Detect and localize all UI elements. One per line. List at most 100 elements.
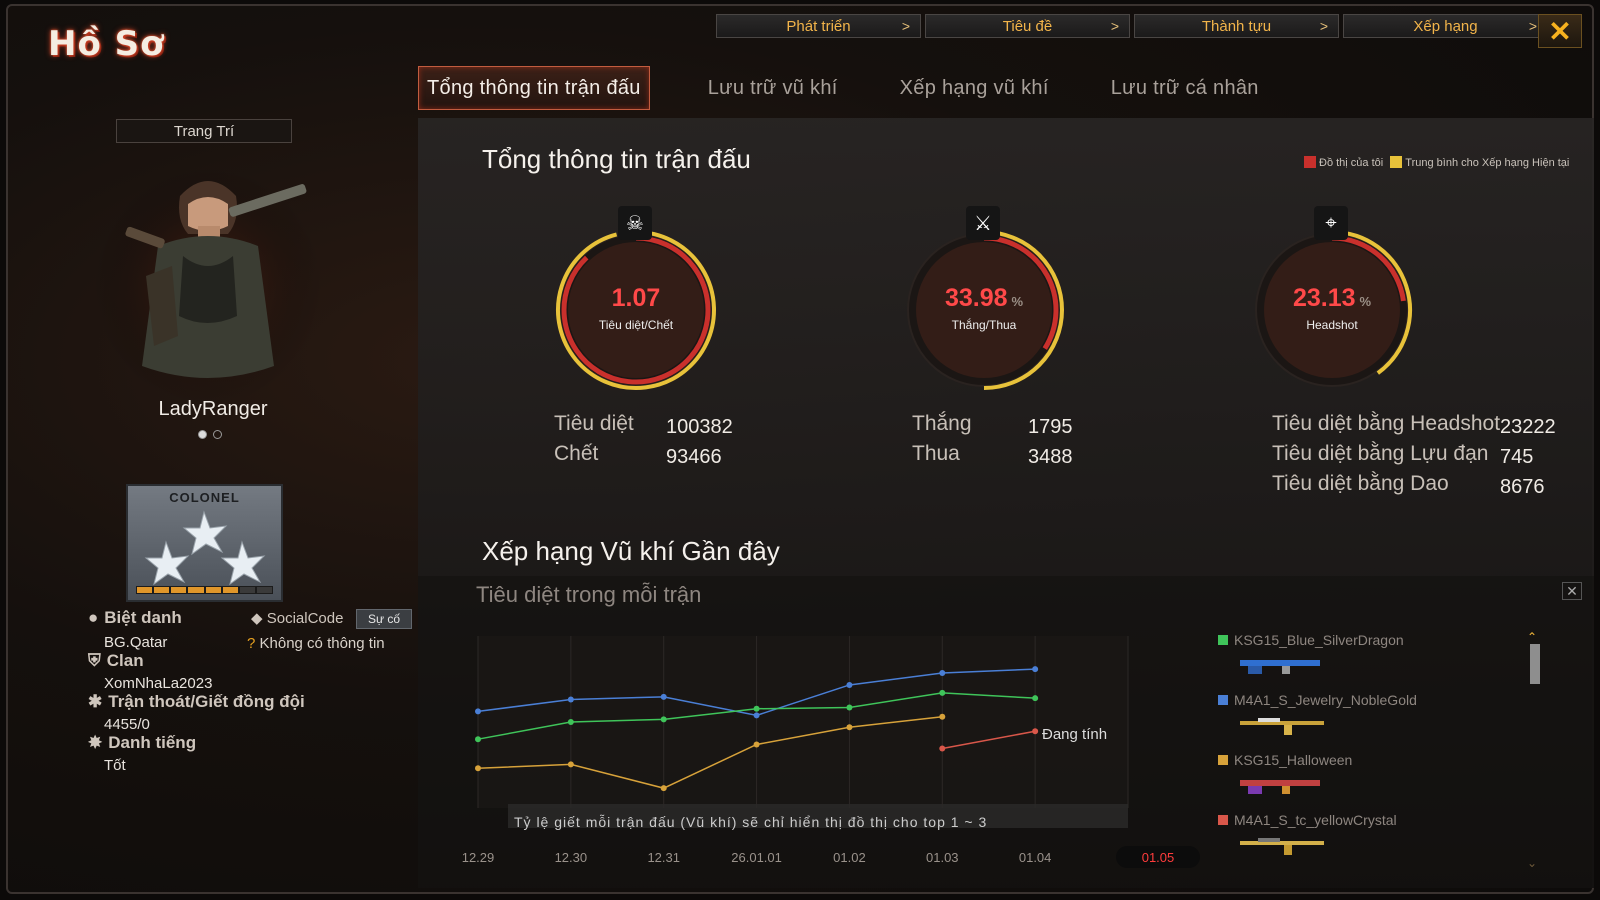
tab-bar: Tổng thông tin trận đấu Lưu trữ vũ khí X… (418, 66, 1313, 110)
wins-value: 1795 (1028, 416, 1073, 438)
calculating-label: Đang tính (1042, 726, 1108, 743)
player-name: LadyRanger (158, 398, 268, 420)
weapon-name: KSG15_Halloween (1234, 752, 1353, 768)
rank-progress-segment (256, 587, 272, 593)
tab-weapon-ranking[interactable]: Xếp hạng vũ khí (892, 66, 1057, 110)
nav-ranking-button[interactable]: Xếp hạng > (1343, 14, 1548, 38)
weapon-legend-item[interactable]: M4A1_S_tc_yellowCrystal (1218, 812, 1538, 872)
skull-icon: ☠ (618, 206, 652, 240)
scroll-up-icon[interactable]: ⌃ (1527, 630, 1537, 644)
rank-title: COLONEL (169, 490, 240, 505)
chevron-right-icon: > (1528, 18, 1537, 34)
rank-progress-segment (154, 587, 170, 593)
nickname-value: BG.Qatar (104, 634, 168, 651)
series-point (567, 696, 574, 703)
legend-avg-label: Trung bình cho Xếp hạng Hiện tại (1405, 157, 1570, 169)
close-icon: ✕ (1566, 582, 1578, 599)
weapon-legend-item[interactable]: KSG15_Halloween (1218, 752, 1538, 812)
nav-achievement-button[interactable]: Thành tựu > (1134, 14, 1339, 38)
weapon-legend: KSG15_Blue_SilverDragon M4A1_S_Jewelry_N… (1218, 632, 1538, 872)
weapon-legend-scrollbar[interactable]: ⌃ ⌄ (1527, 630, 1540, 870)
x-tick-label: 12.31 (647, 850, 680, 865)
nav-label: Thành tựu (1201, 17, 1272, 35)
pager-dot-active[interactable] (198, 430, 207, 439)
reputation-label: Danh tiếng (108, 733, 197, 752)
person-icon: ● (88, 608, 99, 627)
rank-progress-segment (188, 587, 204, 593)
gauge-legend: Đồ thị của tôi Trung bình cho Xếp hạng H… (1304, 156, 1574, 170)
weapon-name: M4A1_S_Jewelry_NobleGold (1234, 692, 1417, 708)
series-point (1032, 728, 1039, 735)
chart-close-button[interactable]: ✕ (1562, 582, 1582, 600)
series-point (1032, 666, 1039, 673)
pager-dot[interactable] (213, 430, 222, 439)
weapon-legend-item[interactable]: KSG15_Blue_SilverDragon (1218, 632, 1538, 692)
profile-info: ● Biệt danh BG.Qatar ⛨ Clan XomNhaLa2023… (88, 608, 428, 774)
legend-mine-swatch (1304, 156, 1316, 168)
legend-swatch (1218, 695, 1228, 705)
clan-heading: ⛨ Clan (88, 651, 428, 671)
deaths-label: Chết (554, 442, 599, 465)
rank-progress-segment (137, 587, 153, 593)
knife-kills-value: 8676 (1500, 476, 1545, 498)
tab-weapon-archive[interactable]: Lưu trữ vũ khí (700, 66, 846, 110)
close-button[interactable]: ✕ (1538, 14, 1582, 48)
series-point (660, 716, 667, 723)
scroll-thumb[interactable] (1530, 644, 1540, 684)
rifle-icon (1240, 838, 1324, 855)
series-point (1032, 695, 1039, 702)
series-point (567, 719, 574, 725)
legend-mine-label: Đồ thị của tôi (1319, 157, 1384, 169)
series-point (753, 712, 760, 719)
series-point (939, 670, 946, 677)
wins-label: Thắng (912, 412, 972, 435)
kills-value: 100382 (666, 416, 733, 438)
tab-personal-archive[interactable]: Lưu trữ cá nhân (1103, 66, 1267, 110)
losses-label: Thua (912, 442, 960, 465)
chevron-right-icon: > (1110, 18, 1119, 34)
headshot-value: 23.13% (1242, 284, 1422, 313)
losses-value: 3488 (1028, 446, 1073, 468)
nav-title-button[interactable]: Tiêu đề > (925, 14, 1130, 38)
legend-avg-swatch (1390, 156, 1403, 168)
nickname-label: Biệt danh (104, 608, 182, 627)
weapon-legend-item[interactable]: M4A1_S_Jewelry_NobleGold (1218, 692, 1538, 752)
quit-heading: ✱ Trận thoát/Giết đồng đội (88, 692, 428, 712)
nav-label: Phát triển (786, 17, 851, 35)
x-tick-label: 01.03 (926, 850, 959, 865)
kd-gauge: ☠ 1.07 Tiêu diệt/Chết (546, 206, 726, 400)
rank-progress-segment (171, 587, 187, 593)
series-point (475, 708, 481, 715)
knife-kills-label: Tiêu diệt bằng Dao (1272, 472, 1449, 495)
legend-swatch (1218, 635, 1228, 645)
headshot-number: 23.13 (1292, 284, 1356, 312)
tab-match-summary[interactable]: Tổng thông tin trận đấu (418, 66, 650, 110)
character-avatar (93, 166, 323, 406)
rank-stars-icon (144, 510, 266, 586)
series-point (660, 785, 667, 792)
quit-label: Trận thoát/Giết đồng đội (108, 692, 305, 711)
rank-progress-segment (205, 587, 221, 593)
recent-weapon-chart: 12.29 12.30 12.31 26.01.01 01.02 01.03 01.04 01… (418, 576, 1594, 888)
winrate-number: 33.98 (944, 284, 1008, 312)
x-tick-label: 12.30 (555, 850, 588, 865)
winrate-label: Thắng/Thua (951, 318, 1017, 332)
star-icon: ✸ (88, 733, 103, 752)
headshot-gauge: ⌖ 23.13% Headshot (1242, 206, 1422, 400)
crossed-swords-icon: ⚔ (966, 206, 1000, 240)
decoration-button[interactable]: Trang Trí (116, 119, 292, 143)
clan-label: Clan (106, 651, 144, 670)
deaths-value: 93466 (666, 446, 722, 468)
shotgun-icon (1240, 780, 1320, 794)
chart-note: Tỷ lệ giết mỗi trận đấu (Vũ khí) sẽ chỉ … (514, 814, 988, 830)
kills-label: Tiêu diệt (554, 412, 634, 435)
nav-development-button[interactable]: Phát triển > (716, 14, 921, 38)
rifle-icon (1240, 718, 1324, 735)
winrate-value: 33.98% (894, 284, 1074, 313)
nav-label: Xếp hạng (1413, 17, 1478, 35)
grenade-kills-value: 745 (1500, 446, 1534, 468)
close-icon: ✕ (1548, 15, 1572, 47)
scroll-down-icon[interactable]: ⌄ (1527, 856, 1537, 870)
shield-icon: ⛨ (88, 651, 101, 670)
runner-icon: ✱ (88, 692, 103, 711)
